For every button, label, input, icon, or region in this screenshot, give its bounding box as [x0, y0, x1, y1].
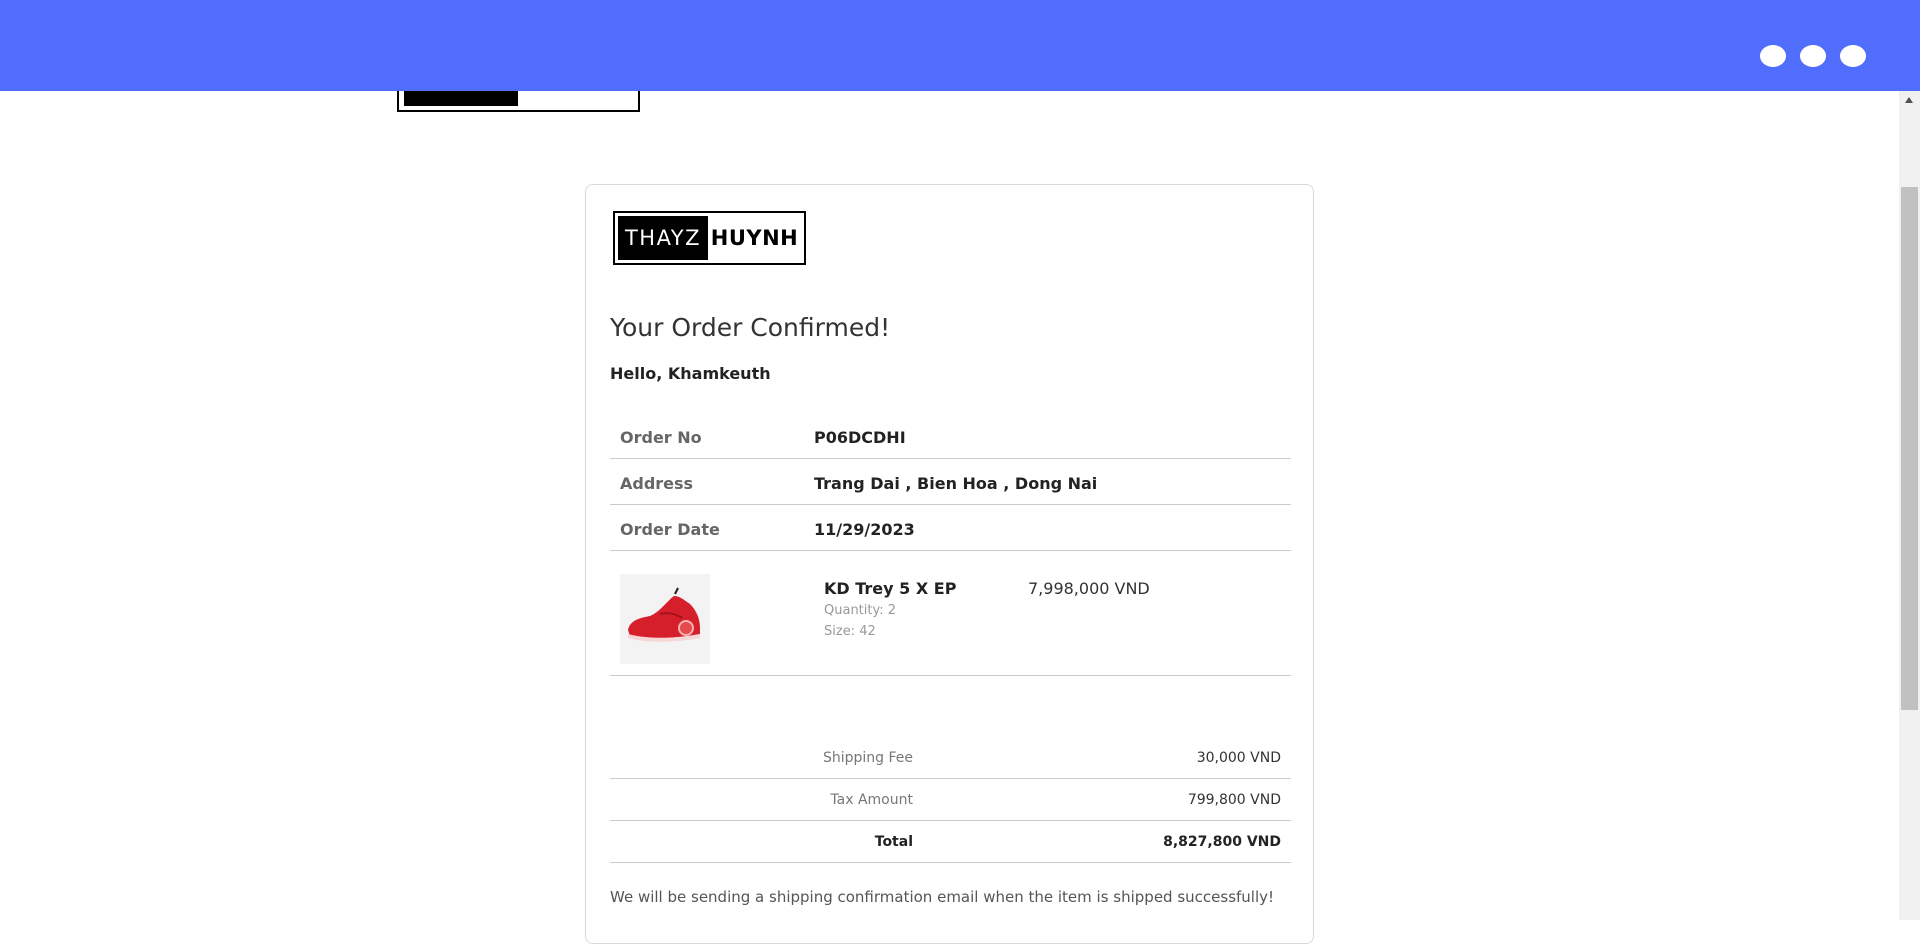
order-date-value: 11/29/2023	[814, 520, 915, 539]
page-title: Your Order Confirmed!	[610, 313, 891, 342]
greeting: Hello, Khamkeuth	[610, 364, 771, 383]
item-quantity: Quantity: 2	[824, 603, 897, 618]
red-sneaker-image	[620, 574, 710, 664]
totals-table: Shipping Fee 30,000 VND Tax Amount 799,8…	[610, 737, 1291, 863]
order-number: P06DCDHI	[814, 428, 906, 447]
info-row-order-no: Order No P06DCDHI	[610, 413, 1291, 459]
item-size: Size: 42	[824, 624, 876, 639]
info-label: Address	[620, 474, 694, 493]
total-value: 8,827,800 VND	[1163, 834, 1281, 850]
order-confirmation-card: THAYZ HUYNH Your Order Confirmed! Hello,…	[585, 184, 1314, 944]
brand-logo-part1: THAYZ	[618, 216, 708, 260]
window-dot-icon[interactable]	[1840, 45, 1866, 67]
item-name: KD Trey 5 X EP	[824, 579, 957, 598]
scrollbar-thumb[interactable]	[1901, 187, 1918, 710]
top-bar	[0, 0, 1920, 91]
item-price: 7,998,000 VND	[1028, 579, 1150, 598]
totals-label: Shipping Fee	[822, 750, 913, 766]
shipping-note: We will be sending a shipping confirmati…	[610, 888, 1275, 906]
totals-label: Total	[874, 834, 913, 850]
info-label: Order Date	[620, 520, 720, 539]
totals-label: Tax Amount	[830, 792, 913, 808]
tax-amount-value: 799,800 VND	[1187, 792, 1281, 808]
scroll-up-arrow-icon[interactable]	[1905, 97, 1913, 103]
info-row-address: Address Trang Dai , Bien Hoa , Dong Nai	[610, 459, 1291, 505]
vertical-scrollbar[interactable]	[1899, 91, 1920, 920]
address-value: Trang Dai , Bien Hoa , Dong Nai	[814, 474, 1098, 493]
shipping-fee-value: 30,000 VND	[1196, 750, 1281, 766]
window-dot-icon[interactable]	[1760, 45, 1786, 67]
info-label: Order No	[620, 428, 702, 447]
window-dot-icon[interactable]	[1800, 45, 1826, 67]
sneaker-icon	[620, 574, 710, 664]
order-item-row: KD Trey 5 X EP Quantity: 2 Size: 42 7,99…	[610, 544, 1291, 676]
tax-amount-row: Tax Amount 799,800 VND	[610, 779, 1291, 821]
shipping-fee-row: Shipping Fee 30,000 VND	[610, 737, 1291, 779]
order-info-table: Order No P06DCDHI Address Trang Dai , Bi…	[610, 413, 1291, 551]
window-controls	[1760, 45, 1866, 67]
brand-logo: THAYZ HUYNH	[613, 211, 806, 265]
total-row: Total 8,827,800 VND	[610, 821, 1291, 863]
brand-logo-part2: HUYNH	[710, 226, 799, 250]
